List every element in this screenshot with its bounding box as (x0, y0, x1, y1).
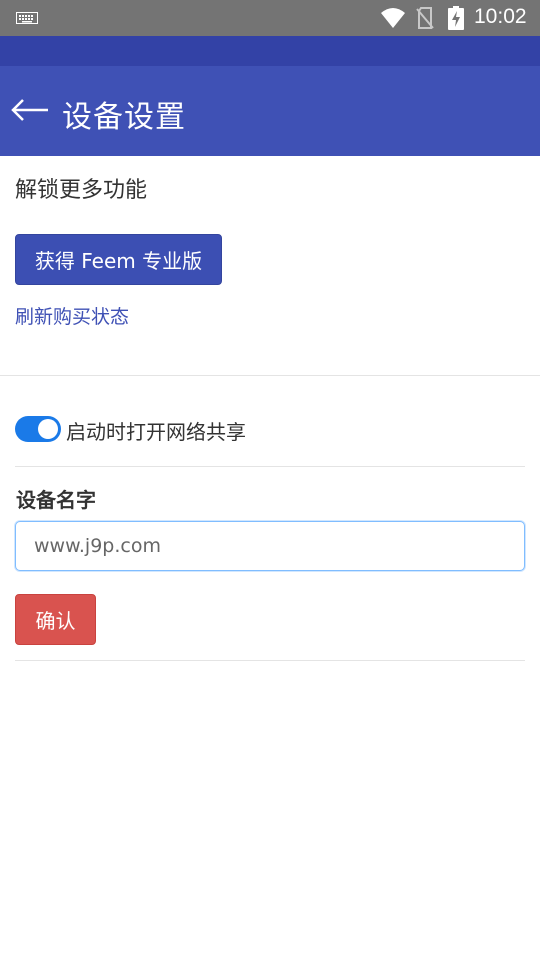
network-share-toggle[interactable] (15, 416, 61, 442)
app-bar: 设备设置 (0, 66, 540, 156)
page-title: 设备设置 (62, 100, 186, 135)
status-clock: 10:02 (474, 5, 527, 28)
refresh-purchase-link[interactable]: 刷新购买状态 (15, 302, 129, 329)
toggle-knob (38, 419, 58, 439)
battery-charging-icon (448, 6, 464, 30)
divider (15, 660, 525, 661)
section-divider (0, 375, 540, 376)
arrow-left-icon[interactable] (10, 95, 50, 125)
no-sim-icon (416, 7, 434, 29)
app-bar-top-strip (0, 36, 540, 66)
wifi-icon (381, 8, 405, 28)
get-pro-button[interactable]: 获得 Feem 专业版 (15, 234, 222, 285)
unlock-heading: 解锁更多功能 (15, 178, 148, 203)
confirm-button[interactable]: 确认 (15, 594, 96, 645)
keyboard-icon (16, 12, 38, 24)
network-share-toggle-label: 启动时打开网络共享 (66, 420, 246, 444)
device-name-input[interactable] (15, 521, 525, 571)
divider (15, 466, 525, 467)
status-bar: 10:02 (0, 0, 540, 36)
device-name-label: 设备名字 (16, 488, 96, 512)
